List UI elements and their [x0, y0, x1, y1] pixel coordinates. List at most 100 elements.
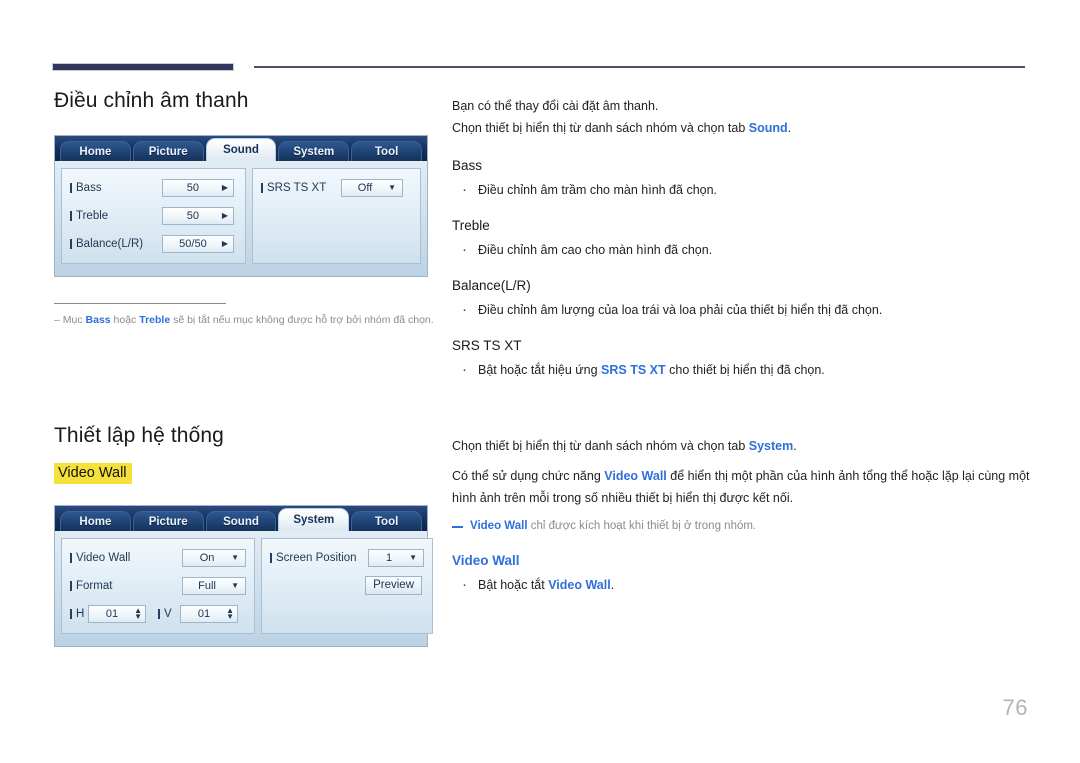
- left-column-gap: [54, 327, 444, 423]
- osd-row-screen-position: Screen Position 1 ▼: [270, 546, 424, 569]
- osd-stepper-balance[interactable]: 50/50 ▶: [162, 234, 234, 253]
- osd-dropdown-format[interactable]: Full ▼: [182, 576, 246, 595]
- osd-label-format: Format: [70, 580, 182, 592]
- osd-tab-picture[interactable]: Picture: [132, 141, 204, 162]
- option-heading-srs-ts-xt: SRS TS XT: [452, 337, 522, 353]
- note-pre: Mục: [59, 314, 86, 327]
- srs-bullet-pre: Bật hoặc tắt hiệu ứng: [478, 362, 602, 377]
- chevron-down-icon[interactable]: ▼: [228, 553, 242, 562]
- header-accent-bar: [52, 63, 234, 71]
- osd-tab-system[interactable]: System: [278, 508, 350, 532]
- osd-tab-system[interactable]: System: [278, 141, 350, 162]
- osd-stepper-treble[interactable]: 50 ▶: [162, 206, 234, 225]
- note-mid: hoặc: [110, 314, 140, 327]
- option-bullets-balance: Điều chỉnh âm lượng của loa trái và loa …: [452, 298, 1030, 322]
- osd-row-balance: Balance(L/R) 50/50 ▶: [70, 232, 237, 255]
- link-tab-sound: Sound: [748, 120, 788, 135]
- video-wall-bullet-post: .: [610, 578, 615, 593]
- option-bullets-srs-ts-xt: Bật hoặc tắt hiệu ứng SRS TS XT cho thiế…: [452, 358, 1030, 382]
- osd-row-hv: H 01 ▲ ▼ V 01 ▲ ▼: [70, 602, 246, 625]
- system-intro-line-1-post: .: [793, 438, 797, 453]
- osd-value-video-wall: On: [199, 551, 215, 564]
- osd-row-format: Format Full ▼: [70, 574, 246, 597]
- link-srs-ts-xt: SRS TS XT: [601, 362, 666, 377]
- left-column: Điều chỉnh âm thanh Home Picture Sound S…: [54, 88, 444, 648]
- note-term-bass: Bass: [85, 314, 111, 327]
- system-intro-line-2-pre: Có thể sử dụng chức năng: [452, 468, 605, 483]
- note-divider: [54, 303, 226, 305]
- sound-intro-line-2: Chọn thiết bị hiển thị từ danh sách nhóm…: [452, 118, 1030, 140]
- osd-value-srs-ts-xt: Off: [357, 181, 373, 194]
- option-heading-balance: Balance(L/R): [452, 277, 531, 293]
- chevron-right-icon[interactable]: ▶: [220, 211, 230, 220]
- chevron-right-icon[interactable]: ▶: [220, 239, 230, 248]
- osd-tabbar-system: Home Picture Sound System Tool: [55, 506, 427, 532]
- manual-page: Điều chỉnh âm thanh Home Picture Sound S…: [0, 0, 1080, 763]
- sound-intro-line-1: Bạn có thể thay đổi cài đặt âm thanh.: [452, 99, 659, 113]
- osd-label-h: H: [70, 608, 88, 620]
- osd-dropdown-srs-ts-xt[interactable]: Off ▼: [341, 178, 403, 197]
- header-rule-line: [254, 66, 1025, 68]
- osd-tab-sound[interactable]: Sound: [205, 138, 277, 162]
- highlight-label-wrap: Video Wall: [54, 462, 444, 485]
- list-item: Điều chỉnh âm lượng của loa trái và loa …: [452, 298, 1030, 322]
- osd-value-balance: 50/50: [179, 237, 207, 250]
- osd-label-bass: Bass: [70, 182, 162, 194]
- preview-button[interactable]: Preview: [365, 576, 422, 596]
- osd-tab-tool[interactable]: Tool: [351, 141, 422, 162]
- osd-stepper-bass[interactable]: 50 ▶: [162, 178, 234, 197]
- link-video-wall-intro: Video Wall: [604, 468, 667, 483]
- sound-intro-line-2-pre: Chọn thiết bị hiển thị từ danh sách nhóm…: [452, 120, 749, 135]
- osd-body-sound: Bass 50 ▶ Treble 50 ▶ Balance(L/R) 50/50…: [55, 161, 427, 268]
- note-post: sẽ bị tắt nếu mục không được hỗ trợ bởi …: [170, 314, 434, 327]
- osd-tab-tool[interactable]: Tool: [351, 511, 422, 532]
- osd-label-video-wall: Video Wall: [70, 552, 182, 564]
- osd-value-screen-position: 1: [385, 551, 393, 564]
- option-bullets-treble: Điều chỉnh âm cao cho màn hình đã chọn.: [452, 238, 1030, 262]
- osd-pane-system-left: Video Wall On ▼ Format Full ▼ H 01 ▲ ▼ V…: [61, 538, 255, 635]
- osd-pane-sound-right: SRS TS XT Off ▼: [252, 168, 421, 265]
- osd-spinner-v[interactable]: 01 ▲ ▼: [180, 604, 238, 623]
- page-number: 76: [1002, 695, 1028, 720]
- spinner-up-down-icon[interactable]: ▲ ▼: [224, 606, 234, 620]
- spinner-up-down-icon[interactable]: ▲ ▼: [132, 606, 142, 620]
- list-item: Điều chỉnh âm trầm cho màn hình đã chọn.: [452, 178, 1030, 202]
- option-heading-bass: Bass: [452, 157, 483, 173]
- osd-spinner-h[interactable]: 01 ▲ ▼: [88, 604, 146, 623]
- video-wall-bullet-pre: Bật hoặc tắt: [478, 578, 549, 593]
- osd-label-treble: Treble: [70, 210, 162, 222]
- link-video-wall: Video Wall: [548, 578, 611, 593]
- osd-row-srs: SRS TS XT Off ▼: [261, 176, 412, 199]
- osd-tabbar-sound: Home Picture Sound System Tool: [55, 136, 427, 162]
- osd-value-h: 01: [105, 607, 119, 620]
- system-intro-line-1-pre: Chọn thiết bị hiển thị từ danh sách nhóm…: [452, 438, 749, 453]
- osd-label-screen-position: Screen Position: [270, 552, 368, 564]
- osd-pane-system-right: Screen Position 1 ▼ Preview: [261, 538, 433, 635]
- note-bass-treble: – Mục Bass hoặc Treble sẽ bị tắt nếu mục…: [54, 313, 444, 327]
- chevron-down-icon[interactable]: ▼: [406, 553, 420, 562]
- chevron-down-icon[interactable]: ▼: [228, 581, 242, 590]
- osd-value-treble: 50: [186, 209, 200, 222]
- osd-tab-home[interactable]: Home: [60, 511, 131, 532]
- osd-label-srs-ts-xt: SRS TS XT: [261, 182, 341, 194]
- chevron-down-icon[interactable]: ▼: [385, 183, 399, 192]
- osd-tab-picture[interactable]: Picture: [132, 511, 204, 532]
- osd-tab-home[interactable]: Home: [60, 141, 131, 162]
- osd-label-v: V: [158, 608, 180, 620]
- osd-value-format: Full: [198, 579, 216, 592]
- system-intro-line-1: Chọn thiết bị hiển thị từ danh sách nhóm…: [452, 436, 1030, 458]
- subnote-video-wall: Video Wall chỉ được kích hoạt khi thiết …: [452, 518, 1030, 536]
- osd-panel-sound: Home Picture Sound System Tool Bass 50 ▶: [54, 135, 428, 278]
- osd-value-bass: 50: [186, 181, 200, 194]
- osd-dropdown-video-wall[interactable]: On ▼: [182, 548, 246, 567]
- page-title-system: Thiết lập hệ thống: [54, 424, 224, 448]
- osd-row-video-wall: Video Wall On ▼: [70, 546, 246, 569]
- list-item: Bật hoặc tắt hiệu ứng SRS TS XT cho thiế…: [452, 358, 1030, 382]
- osd-row-bass: Bass 50 ▶: [70, 176, 237, 199]
- sound-intro-line-2-post: .: [787, 120, 792, 135]
- right-column-gap: [452, 380, 1030, 436]
- osd-dropdown-screen-position[interactable]: 1 ▼: [368, 548, 424, 567]
- osd-tab-sound[interactable]: Sound: [205, 511, 277, 532]
- option-bullets-bass: Điều chỉnh âm trầm cho màn hình đã chọn.: [452, 178, 1030, 202]
- chevron-right-icon[interactable]: ▶: [220, 183, 230, 192]
